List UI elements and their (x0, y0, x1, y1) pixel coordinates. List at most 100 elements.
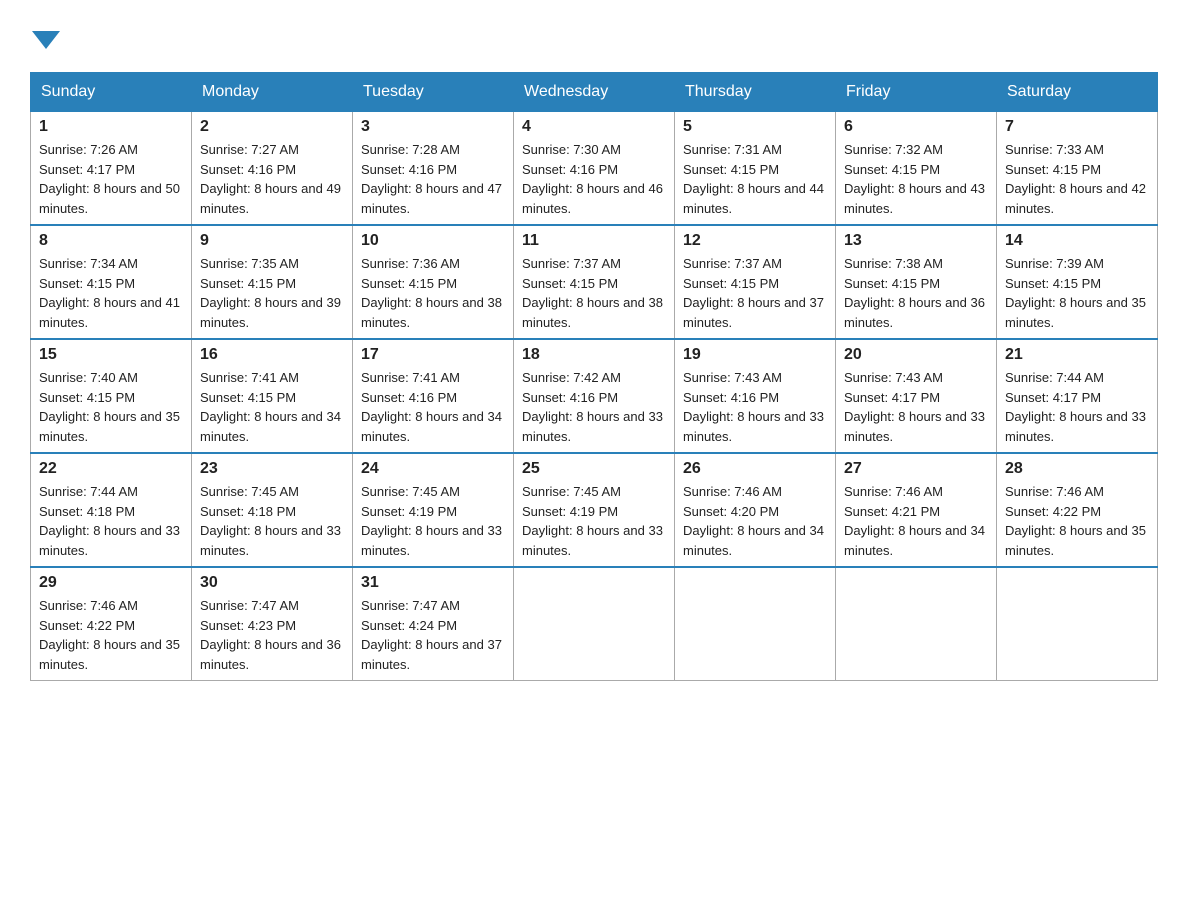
header-friday: Friday (836, 73, 997, 112)
day-number: 16 (200, 346, 344, 364)
table-row: 24Sunrise: 7:45 AMSunset: 4:19 PMDayligh… (353, 453, 514, 567)
day-info: Sunrise: 7:36 AMSunset: 4:15 PMDaylight:… (361, 254, 505, 332)
day-info: Sunrise: 7:30 AMSunset: 4:16 PMDaylight:… (522, 140, 666, 218)
table-row: 5 Sunrise: 7:31 AMSunset: 4:15 PMDaylight… (675, 112, 836, 226)
day-info: Sunrise: 7:46 AMSunset: 4:20 PMDaylight:… (683, 482, 827, 560)
header-thursday: Thursday (675, 73, 836, 112)
day-info: Sunrise: 7:41 AMSunset: 4:16 PMDaylight:… (361, 368, 505, 446)
header-tuesday: Tuesday (353, 73, 514, 112)
day-number: 7 (1005, 118, 1149, 136)
day-number: 28 (1005, 460, 1149, 478)
day-info: Sunrise: 7:45 AMSunset: 4:19 PMDaylight:… (361, 482, 505, 560)
table-row: 29 Sunrise: 7:46 AMSunset: 4:22 PMDayligh… (31, 567, 192, 681)
calendar-table: Sunday Monday Tuesday Wednesday Thursday… (30, 72, 1158, 681)
day-info: Sunrise: 7:44 AMSunset: 4:17 PMDaylight:… (1005, 368, 1149, 446)
day-info: Sunrise: 7:41 AMSunset: 4:15 PMDaylight:… (200, 368, 344, 446)
day-number: 18 (522, 346, 666, 364)
day-info: Sunrise: 7:46 AMSunset: 4:22 PMDaylight:… (39, 596, 183, 674)
table-row: 27 Sunrise: 7:46 AMSunset: 4:21 PMDayligh… (836, 453, 997, 567)
page-header (30, 20, 1158, 52)
day-number: 5 (683, 118, 827, 136)
table-row: 31 Sunrise: 7:47 AMSunset: 4:24 PMDayligh… (353, 567, 514, 681)
table-row: 18 Sunrise: 7:42 AMSunset: 4:16 PMDayligh… (514, 339, 675, 453)
day-info: Sunrise: 7:44 AMSunset: 4:18 PMDaylight:… (39, 482, 183, 560)
table-row: 13 Sunrise: 7:38 AMSunset: 4:15 PMDayligh… (836, 225, 997, 339)
day-info: Sunrise: 7:31 AMSunset: 4:15 PMDaylight:… (683, 140, 827, 218)
calendar-header-row: Sunday Monday Tuesday Wednesday Thursday… (31, 73, 1158, 112)
day-number: 14 (1005, 232, 1149, 250)
day-info: Sunrise: 7:33 AMSunset: 4:15 PMDaylight:… (1005, 140, 1149, 218)
day-info: Sunrise: 7:35 AMSunset: 4:15 PMDaylight:… (200, 254, 344, 332)
day-number: 17 (361, 346, 505, 364)
day-number: 30 (200, 574, 344, 592)
day-number: 22 (39, 460, 183, 478)
day-info: Sunrise: 7:42 AMSunset: 4:16 PMDaylight:… (522, 368, 666, 446)
day-number: 27 (844, 460, 988, 478)
table-row: 6Sunrise: 7:32 AMSunset: 4:15 PMDaylight… (836, 112, 997, 226)
calendar-week-row: 1Sunrise: 7:26 AMSunset: 4:17 PMDaylight… (31, 112, 1158, 226)
calendar-week-row: 29 Sunrise: 7:46 AMSunset: 4:22 PMDayligh… (31, 567, 1158, 681)
header-sunday: Sunday (31, 73, 192, 112)
table-row: 17 Sunrise: 7:41 AMSunset: 4:16 PMDayligh… (353, 339, 514, 453)
day-number: 21 (1005, 346, 1149, 364)
calendar-week-row: 22 Sunrise: 7:44 AMSunset: 4:18 PMDayligh… (31, 453, 1158, 567)
table-row: 21 Sunrise: 7:44 AMSunset: 4:17 PMDayligh… (997, 339, 1158, 453)
table-row: 16 Sunrise: 7:41 AMSunset: 4:15 PMDayligh… (192, 339, 353, 453)
day-number: 19 (683, 346, 827, 364)
day-info: Sunrise: 7:37 AMSunset: 4:15 PMDaylight:… (522, 254, 666, 332)
day-number: 2 (200, 118, 344, 136)
table-row: 3Sunrise: 7:28 AMSunset: 4:16 PMDaylight… (353, 112, 514, 226)
day-number: 15 (39, 346, 183, 364)
table-row: 28Sunrise: 7:46 AMSunset: 4:22 PMDayligh… (997, 453, 1158, 567)
day-number: 20 (844, 346, 988, 364)
day-info: Sunrise: 7:28 AMSunset: 4:16 PMDaylight:… (361, 140, 505, 218)
table-row: 30 Sunrise: 7:47 AMSunset: 4:23 PMDayligh… (192, 567, 353, 681)
table-row: 25 Sunrise: 7:45 AMSunset: 4:19 PMDayligh… (514, 453, 675, 567)
table-row: 14 Sunrise: 7:39 AMSunset: 4:15 PMDayligh… (997, 225, 1158, 339)
table-row: 1Sunrise: 7:26 AMSunset: 4:17 PMDaylight… (31, 112, 192, 226)
table-row: 19 Sunrise: 7:43 AMSunset: 4:16 PMDayligh… (675, 339, 836, 453)
logo-triangle-icon (32, 31, 60, 49)
day-info: Sunrise: 7:39 AMSunset: 4:15 PMDaylight:… (1005, 254, 1149, 332)
header-saturday: Saturday (997, 73, 1158, 112)
day-info: Sunrise: 7:27 AMSunset: 4:16 PMDaylight:… (200, 140, 344, 218)
table-row: 22 Sunrise: 7:44 AMSunset: 4:18 PMDayligh… (31, 453, 192, 567)
table-row (997, 567, 1158, 681)
table-row (675, 567, 836, 681)
logo (30, 20, 62, 52)
day-info: Sunrise: 7:43 AMSunset: 4:16 PMDaylight:… (683, 368, 827, 446)
table-row: 10 Sunrise: 7:36 AMSunset: 4:15 PMDayligh… (353, 225, 514, 339)
day-info: Sunrise: 7:47 AMSunset: 4:24 PMDaylight:… (361, 596, 505, 674)
day-number: 11 (522, 232, 666, 250)
day-info: Sunrise: 7:45 AMSunset: 4:18 PMDaylight:… (200, 482, 344, 560)
table-row: 2 Sunrise: 7:27 AMSunset: 4:16 PMDaylight… (192, 112, 353, 226)
day-info: Sunrise: 7:47 AMSunset: 4:23 PMDaylight:… (200, 596, 344, 674)
table-row: 9Sunrise: 7:35 AMSunset: 4:15 PMDaylight… (192, 225, 353, 339)
table-row (836, 567, 997, 681)
day-number: 29 (39, 574, 183, 592)
calendar-week-row: 15 Sunrise: 7:40 AMSunset: 4:15 PMDayligh… (31, 339, 1158, 453)
table-row: 8 Sunrise: 7:34 AMSunset: 4:15 PMDaylight… (31, 225, 192, 339)
table-row (514, 567, 675, 681)
day-info: Sunrise: 7:26 AMSunset: 4:17 PMDaylight:… (39, 140, 183, 218)
day-number: 10 (361, 232, 505, 250)
day-info: Sunrise: 7:37 AMSunset: 4:15 PMDaylight:… (683, 254, 827, 332)
day-info: Sunrise: 7:45 AMSunset: 4:19 PMDaylight:… (522, 482, 666, 560)
day-number: 23 (200, 460, 344, 478)
day-info: Sunrise: 7:38 AMSunset: 4:15 PMDaylight:… (844, 254, 988, 332)
calendar-week-row: 8 Sunrise: 7:34 AMSunset: 4:15 PMDaylight… (31, 225, 1158, 339)
day-number: 25 (522, 460, 666, 478)
day-info: Sunrise: 7:40 AMSunset: 4:15 PMDaylight:… (39, 368, 183, 446)
day-number: 26 (683, 460, 827, 478)
day-info: Sunrise: 7:43 AMSunset: 4:17 PMDaylight:… (844, 368, 988, 446)
day-info: Sunrise: 7:32 AMSunset: 4:15 PMDaylight:… (844, 140, 988, 218)
day-info: Sunrise: 7:34 AMSunset: 4:15 PMDaylight:… (39, 254, 183, 332)
day-number: 31 (361, 574, 505, 592)
day-number: 8 (39, 232, 183, 250)
header-monday: Monday (192, 73, 353, 112)
day-info: Sunrise: 7:46 AMSunset: 4:21 PMDaylight:… (844, 482, 988, 560)
day-number: 13 (844, 232, 988, 250)
table-row: 23 Sunrise: 7:45 AMSunset: 4:18 PMDayligh… (192, 453, 353, 567)
table-row: 7 Sunrise: 7:33 AMSunset: 4:15 PMDaylight… (997, 112, 1158, 226)
day-number: 4 (522, 118, 666, 136)
